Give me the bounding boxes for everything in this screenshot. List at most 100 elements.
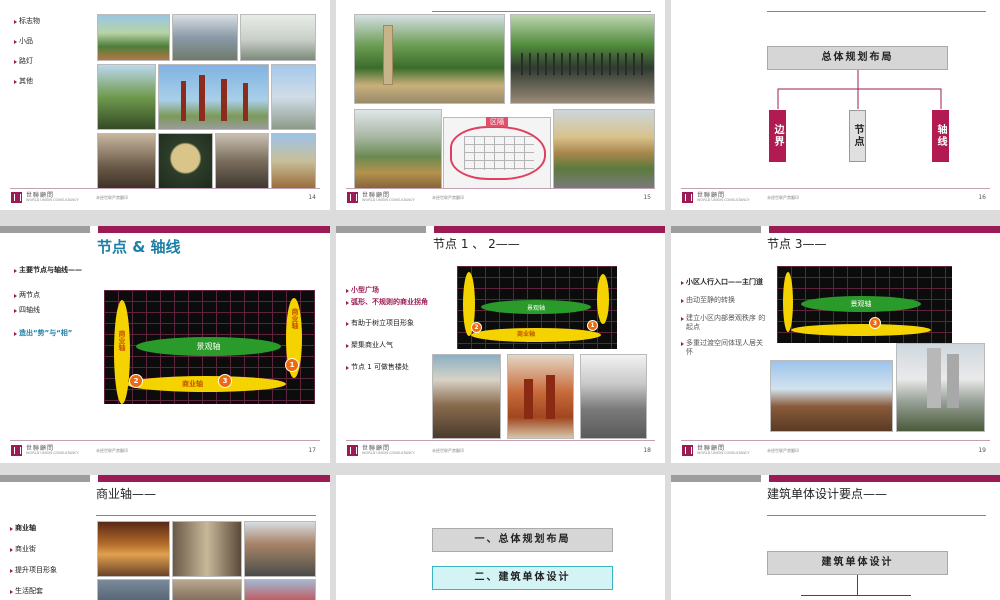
company-logo: 世聯顧問 WORLD UNION CONSULTANCY [347, 192, 415, 203]
page-number: 17 [308, 447, 316, 454]
label-axis: 轴线 [932, 110, 949, 162]
bullet-list: 主要节点与轴线—— 两节点 四轴线 造出“势”与“相” [14, 266, 82, 349]
landscape-photo [158, 133, 213, 189]
title-underline [96, 515, 316, 516]
street-photo [97, 579, 170, 600]
title-underline [767, 515, 986, 516]
plaza-photo [507, 354, 574, 439]
slide-note: 未经世联严禁翻印 [96, 448, 128, 453]
label-node: 节点 [849, 110, 866, 162]
slide-17-thumbnail[interactable]: 节点 & 轴线 主要节点与轴线—— 两节点 四轴线 造出“势”与“相” 景观轴 … [0, 226, 330, 463]
bullet-item: 有助于树立项目形象 [346, 319, 428, 328]
landscape-axis: 景观轴 [801, 296, 921, 312]
landscape-photo [240, 14, 316, 61]
slide-20-thumbnail[interactable]: 商业轴—— 商业轴 商业街 提升项目形象 生活配套 [0, 475, 330, 600]
title-bar [671, 226, 1000, 233]
landscape-photo [510, 14, 655, 104]
page-number: 19 [978, 447, 986, 454]
street-photo [244, 521, 316, 577]
axis-label: 商业轴 [118, 330, 126, 351]
site-plan-map: 景观轴 3 [777, 266, 952, 343]
bullet-item: 商业轴 [10, 524, 57, 533]
logo-icon [682, 445, 693, 456]
bullet-item: 聚集商业人气 [346, 341, 428, 350]
bullet-list: 商业轴 商业街 提升项目形象 生活配套 [10, 524, 57, 600]
street-photo [244, 579, 316, 600]
slide-15-thumbnail[interactable]: 区隔 世聯顧問 WORLD UNION CONSULTANCY 未经世联严禁翻印 … [336, 0, 665, 210]
page-number: 15 [643, 194, 651, 201]
logo-icon [347, 192, 358, 203]
bullet-item: 小型广场 [346, 286, 428, 295]
bullet-item: 提升项目形象 [10, 566, 57, 575]
bullet-item: 其他 [14, 77, 40, 86]
company-logo: 世聯顧問 WORLD UNION CONSULTANCY [682, 192, 750, 203]
site-map-photo: 区隔 [443, 117, 551, 189]
page-number: 14 [308, 194, 316, 201]
bullet-item: 标志物 [14, 17, 40, 26]
bullet-item: 生活配套 [10, 587, 57, 596]
bullet-item: 弧形、不规则的商业拐角 [346, 298, 428, 307]
commercial-axis-right [597, 274, 609, 324]
commercial-axis-bottom [471, 328, 601, 342]
tree-connectors [777, 70, 942, 109]
title-underline [432, 11, 651, 12]
commercial-axis-bottom [791, 324, 931, 336]
logo-icon [11, 445, 22, 456]
bullet-item: 多重过渡空间体现人居关怀 [681, 339, 769, 357]
node-marker: 1 [587, 320, 598, 331]
landscape-photo [97, 14, 170, 61]
toc-item-1[interactable]: 一、总体规划布局 [432, 528, 613, 552]
company-logo: 世聯顧問 WORLD UNION CONSULTANCY [11, 445, 79, 456]
slide-title: 商业轴—— [96, 487, 157, 501]
company-logo: 世聯顧問 WORLD UNION CONSULTANCY [347, 445, 415, 456]
footer-divider [346, 188, 655, 189]
street-photo [172, 521, 242, 577]
connector-line [857, 575, 858, 595]
bullet-item: 建立小区内部景观秩序 的起点 [681, 314, 769, 332]
landscape-axis: 景观轴 [136, 337, 281, 356]
company-logo: 世聯顧問 WORLD UNION CONSULTANCY [682, 445, 750, 456]
commercial-axis-left [783, 272, 793, 332]
building-photo [432, 354, 501, 439]
slide-note: 未经世联严禁翻印 [767, 195, 799, 200]
building-photo [896, 343, 985, 432]
slide-19-thumbnail[interactable]: 节点 3—— 小区人行入口——主门道 由动至静的转换 建立小区内部景观秩序 的起… [671, 226, 1000, 463]
slide-22-thumbnail[interactable]: 建筑单体设计要点—— 建筑单体设计 [671, 475, 1000, 600]
landscape-photo [158, 64, 269, 130]
site-plan-map: 景观轴 商业轴 商业轴 商业轴 1 2 3 [104, 290, 315, 404]
slide-18-thumbnail[interactable]: 节点 1 、 2—— 小型广场 弧形、不规则的商业拐角 有助于树立项目形象 聚集… [336, 226, 665, 463]
slide-title: 节点 & 轴线 [97, 238, 181, 256]
landscape-photo [553, 109, 655, 189]
title-bar [671, 475, 1000, 482]
landscape-photo [97, 64, 156, 130]
commercial-axis-left [114, 300, 130, 404]
bullet-item: 主要节点与轴线—— [14, 266, 82, 275]
connector-line [801, 595, 911, 596]
axis-label: 商业轴 [182, 380, 203, 388]
slide-16-thumbnail[interactable]: 总体规划布局 边界 节点 轴线 世聯顧問 WORLD UNION CONSULTA… [671, 0, 1000, 210]
toc-item-2[interactable]: 二、建筑单体设计 [432, 566, 613, 590]
footer-divider [10, 440, 320, 441]
bullet-list: 标志物 小品 路灯 其他 [14, 17, 40, 97]
bullet-item: 造出“势”与“相” [14, 329, 82, 338]
slide-note: 未经世联严禁翻印 [96, 195, 128, 200]
bullet-item: 两节点 [14, 291, 82, 300]
node-marker: 3 [869, 317, 881, 329]
landscape-photo [215, 133, 269, 189]
logo-icon [682, 192, 693, 203]
bullet-item: 四轴线 [14, 306, 82, 315]
bullet-list: 小型广场 弧形、不规则的商业拐角 有助于树立项目形象 聚集商业人气 节点 1 可… [346, 286, 428, 383]
slide-note: 未经世联严禁翻印 [767, 448, 799, 453]
slide-14-thumbnail[interactable]: 标志物 小品 路灯 其他 世聯顧問 WORLD UNION CONSULTANCY… [0, 0, 330, 210]
slide-21-thumbnail[interactable]: 一、总体规划布局 二、建筑单体设计 [336, 475, 665, 600]
slide-note: 未经世联严禁翻印 [432, 448, 464, 453]
landscape-photo [354, 109, 442, 189]
landscape-photo [97, 133, 156, 189]
bullet-item: 小品 [14, 37, 40, 46]
node-marker: 2 [129, 374, 143, 388]
landscape-photo [172, 14, 238, 61]
axis-label: 商业轴 [517, 331, 536, 338]
building-photo [580, 354, 647, 439]
title-bar [0, 475, 330, 482]
slide-note: 未经世联严禁翻印 [432, 195, 464, 200]
